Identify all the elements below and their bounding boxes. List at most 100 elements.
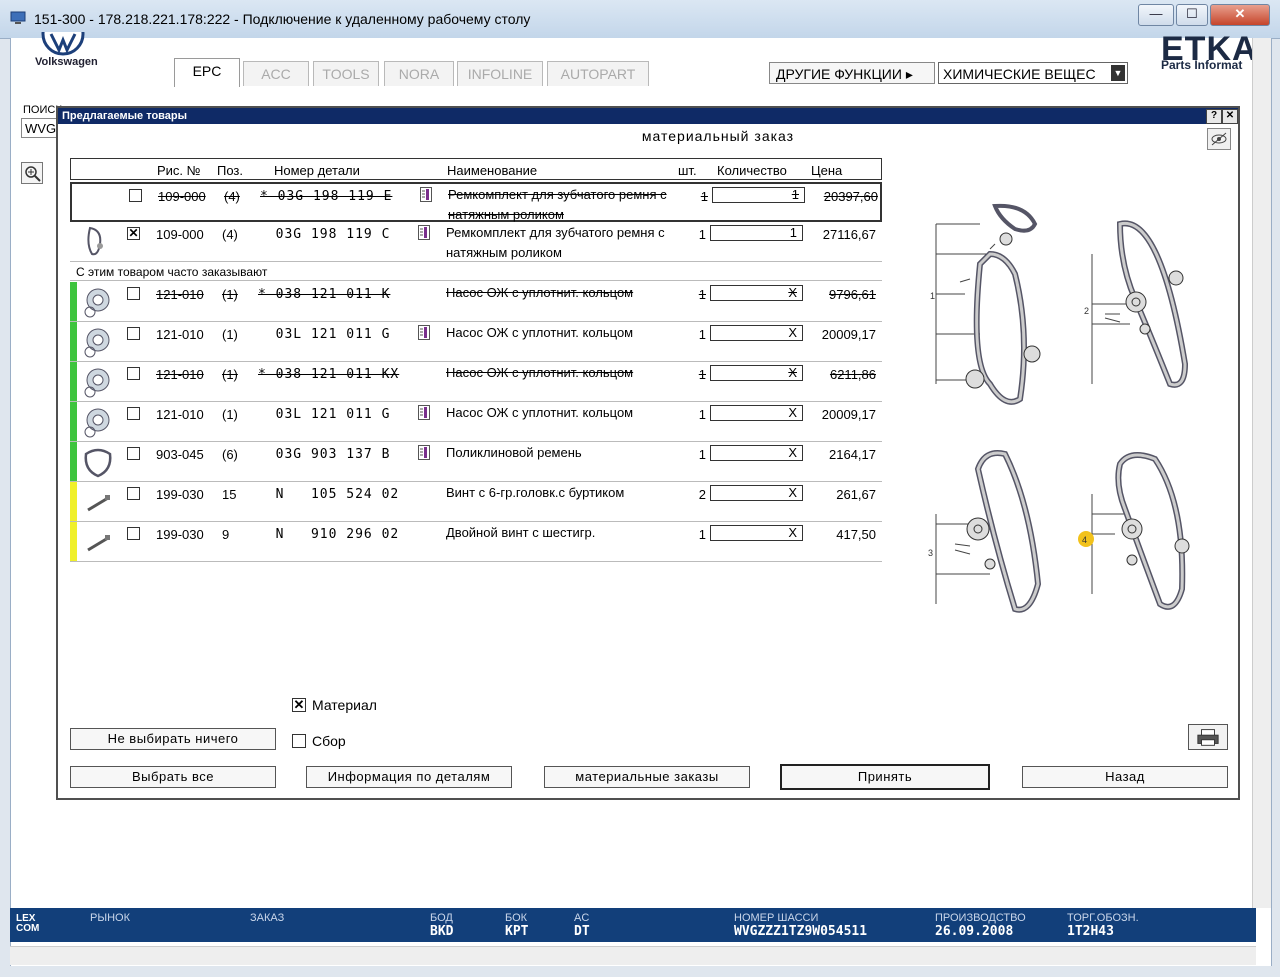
info-doc-icon[interactable] [420, 187, 432, 202]
close-window-button[interactable]: ✕ [1210, 4, 1270, 26]
select-none-button[interactable]: Не выбирать ничего [70, 728, 276, 750]
quantity-input[interactable]: X [710, 325, 803, 341]
row-checkbox[interactable] [127, 447, 140, 460]
hide-view-icon[interactable] [1207, 128, 1231, 150]
cell-fig: 121-010 [156, 287, 204, 302]
cell-part-number: 03L 121 011 G [258, 407, 391, 422]
info-doc-icon[interactable] [418, 225, 430, 240]
quantity-input[interactable]: X [710, 405, 803, 421]
cell-part-number: 03G 903 137 B [258, 447, 391, 462]
sbor-checkbox[interactable] [292, 734, 306, 748]
row-checkbox[interactable] [127, 527, 140, 540]
cell-pcs: 1 [700, 189, 708, 204]
status-bar-indicator [70, 402, 77, 441]
row-checkbox[interactable] [127, 327, 140, 340]
tab-nora[interactable]: NORA [384, 61, 454, 86]
tab-tools[interactable]: TOOLS [313, 61, 379, 86]
accept-button[interactable]: Принять [780, 764, 990, 790]
torg-value: 1T2H43 [1067, 924, 1114, 939]
tab-acc[interactable]: ACC [243, 61, 309, 86]
table-row[interactable]: 199-030 15 N 105 524 02 Винт с 6-гр.головк… [70, 482, 882, 522]
row-checkbox[interactable] [129, 189, 142, 202]
status-bar: LEX COM РЫНОК ЗАКАЗ БОД BKD БОК KPT AC DT… [10, 908, 1256, 942]
help-button[interactable]: ? [1206, 109, 1222, 124]
dialog-close-button[interactable]: ✕ [1222, 109, 1238, 124]
quantity-input[interactable]: X [710, 285, 803, 301]
cell-pos: (1) [222, 407, 238, 422]
tab-infoline[interactable]: INFOLINE [457, 61, 543, 86]
status-bar-indicator [70, 282, 77, 321]
row-checkbox[interactable] [127, 367, 140, 380]
chem-select-value: ХИМИЧЕСКИЕ ВЕЩЕС [943, 66, 1096, 82]
cell-price: 2164,17 [829, 447, 876, 462]
cell-part-number: N 910 296 02 [258, 527, 400, 542]
table-row[interactable]: 199-030 9 N 910 296 02 Двойной винт с шест… [70, 522, 882, 562]
quantity-input[interactable]: 1 [710, 225, 803, 241]
table-row[interactable]: 109-000 (4) * 03G 198 119 E Ремкомплект для… [70, 182, 882, 222]
table-row[interactable]: 121-010 (1) 03L 121 011 G Насос ОЖ с уплот… [70, 322, 882, 362]
table-row[interactable]: 121-010 (1) * 038 121 011 K Насос ОЖ с упло… [70, 282, 882, 322]
diagram-label-2: 2 [1084, 306, 1089, 316]
cell-pos: 15 [222, 487, 237, 502]
quantity-input[interactable]: 1 [712, 187, 805, 203]
row-checkbox[interactable] [127, 487, 140, 500]
tab-epc[interactable]: EPC [174, 58, 240, 87]
info-doc-icon[interactable] [418, 405, 430, 420]
cell-part-number: 03G 198 119 C [258, 227, 391, 242]
info-doc-icon[interactable] [418, 445, 430, 460]
order-label: ЗАКАЗ [250, 912, 285, 924]
cell-pos: (1) [222, 327, 238, 342]
chevron-down-icon[interactable]: ▼ [1111, 65, 1125, 81]
row-checkbox[interactable]: ✕ [127, 227, 140, 240]
cell-part-number: * 03G 198 119 E [260, 189, 393, 204]
etka-logo-sub: Parts Informat [1161, 58, 1243, 72]
cell-price: 20009,17 [821, 327, 876, 342]
other-functions-menu[interactable]: ДРУГИЕ ФУНКЦИИ ▸ [769, 62, 935, 84]
cell-fig: 199-030 [156, 527, 204, 542]
quantity-input[interactable]: X [710, 525, 803, 541]
production-value: 26.09.2008 [935, 924, 1014, 939]
quantity-input[interactable]: X [710, 445, 803, 461]
cell-name: Насос ОЖ с уплотнит. кольцом [446, 285, 634, 300]
row-checkbox[interactable] [127, 407, 140, 420]
market-label: РЫНОК [90, 912, 130, 924]
info-doc-icon[interactable] [418, 325, 430, 340]
maximize-button[interactable]: ☐ [1176, 4, 1208, 26]
select-all-button[interactable]: Выбрать все [70, 766, 276, 788]
material-orders-button[interactable]: материальные заказы [544, 766, 750, 788]
cell-fig: 199-030 [156, 487, 204, 502]
cell-price: 261,67 [836, 487, 876, 502]
tab-autopart[interactable]: AUTOPART [547, 61, 649, 86]
row-checkbox[interactable] [127, 287, 140, 300]
cell-name: Насос ОЖ с уплотнит. кольцом [446, 325, 634, 340]
vertical-scrollbar[interactable] [1252, 38, 1271, 908]
minimize-button[interactable]: — [1138, 4, 1174, 26]
bod-value: BKD [430, 924, 454, 939]
print-icon[interactable] [1188, 724, 1228, 750]
table-row[interactable]: 121-010 (1) 03L 121 011 G Насос ОЖ с уплот… [70, 402, 882, 442]
table-row[interactable]: 121-010 (1) * 038 121 011 KX Насос ОЖ с упл… [70, 362, 882, 402]
col-fig: Рис. № [157, 163, 201, 178]
part-thumbnail-icon [84, 368, 110, 398]
cell-price: 6211,86 [829, 367, 876, 382]
table-row[interactable]: ✕ 109-000 (4) 03G 198 119 C Ремкомплект для… [70, 222, 882, 262]
part-info-button[interactable]: Информация по деталям [306, 766, 512, 788]
cell-pcs: 1 [698, 527, 706, 542]
quantity-input[interactable]: X [710, 365, 803, 381]
cell-pos: (4) [222, 227, 238, 242]
back-button[interactable]: Назад [1022, 766, 1228, 788]
brand-label: Volkswagen [35, 56, 98, 68]
cell-fig: 121-010 [156, 367, 204, 382]
cell-part-number: 03L 121 011 G [258, 327, 391, 342]
cell-pcs: 1 [698, 367, 706, 382]
quantity-input[interactable]: X [710, 485, 803, 501]
cell-name: Двойной винт с шестигр. [446, 525, 596, 540]
material-checkbox[interactable]: ✕ [292, 698, 306, 712]
cell-price: 20397,60 [823, 189, 878, 204]
horizontal-scrollbar[interactable] [10, 946, 1256, 965]
ac-label: AC [574, 912, 590, 924]
chem-select[interactable]: ХИМИЧЕСКИЕ ВЕЩЕС ▼ [938, 62, 1128, 84]
col-pos: Поз. [217, 163, 243, 178]
part-thumbnail-icon [84, 448, 112, 478]
table-row[interactable]: 903-045 (6) 03G 903 137 B Поликлиновой рем… [70, 442, 882, 482]
